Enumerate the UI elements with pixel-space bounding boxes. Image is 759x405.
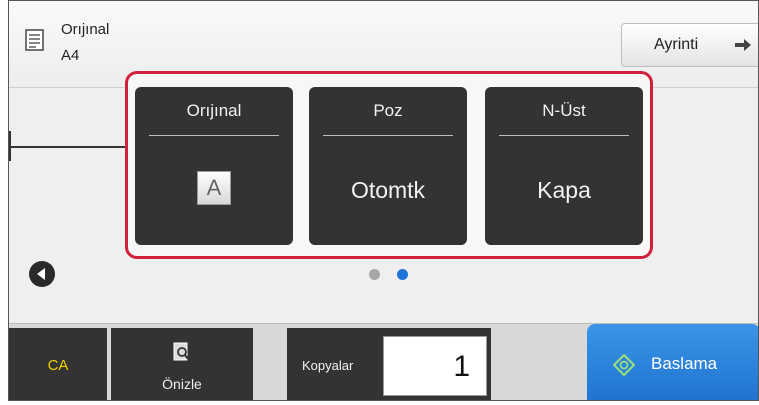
preview-icon — [173, 342, 190, 361]
clear-all-button[interactable]: CA — [9, 328, 107, 400]
card-divider — [499, 135, 629, 136]
n-up-setting-card[interactable]: N-Üst Kapa — [485, 87, 643, 245]
preview-button[interactable]: Önizle — [111, 328, 253, 400]
document-icon — [25, 29, 44, 51]
card-title-exposure: Poz — [373, 101, 403, 120]
paper-size: A4 — [61, 47, 80, 64]
card-value-n-up: Kapa — [537, 177, 591, 203]
page-indicator-dot-active — [397, 269, 408, 280]
card-title-n-up: N-Üst — [542, 101, 586, 120]
detail-button-label: Ayrinti — [654, 36, 699, 53]
original-orientation-icon: A — [197, 171, 231, 205]
previous-page-button[interactable] — [29, 261, 55, 287]
original-label: Orıjınal — [61, 21, 110, 38]
start-label: Baslama — [651, 354, 718, 373]
action-bar: CA Önizle Kopyalar 1 Baslama — [9, 323, 758, 400]
card-divider — [323, 135, 453, 136]
callout-line — [9, 146, 133, 148]
detail-button[interactable]: Ayrinti — [621, 23, 758, 67]
preview-label: Önizle — [162, 376, 202, 392]
copies-panel: Kopyalar 1 — [287, 328, 491, 400]
page-indicator-dot — [369, 269, 380, 280]
start-button[interactable]: Baslama — [587, 324, 758, 400]
arrow-right-icon — [735, 39, 751, 51]
original-setting-card[interactable]: Orıjınal A — [135, 87, 293, 245]
card-divider — [149, 135, 279, 136]
copies-label: Kopyalar — [302, 358, 354, 373]
copy-screen: Orıjınal A4 Ayrinti Orıjınal A Poz Otomt… — [8, 0, 759, 401]
triangle-left-icon — [37, 268, 45, 280]
exposure-setting-card[interactable]: Poz Otomtk — [309, 87, 467, 245]
copies-input[interactable]: 1 — [383, 336, 487, 396]
card-title-original: Orıjınal — [186, 101, 242, 120]
card-value-exposure: Otomtk — [350, 177, 426, 203]
start-icon — [613, 354, 635, 376]
